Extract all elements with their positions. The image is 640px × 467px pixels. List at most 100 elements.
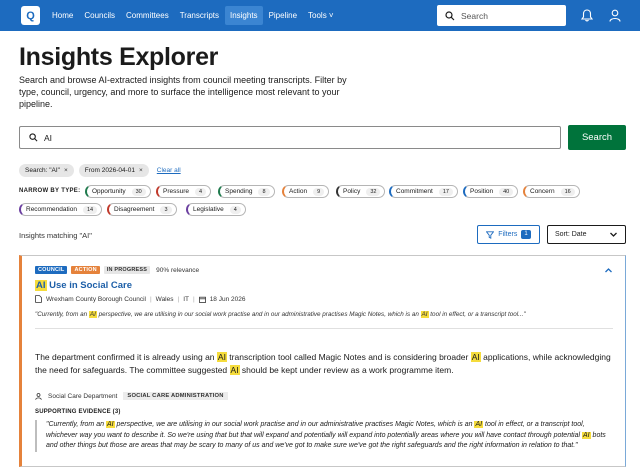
type-count: 8 <box>258 187 270 196</box>
type-label: Policy <box>343 188 361 195</box>
nav-transcripts[interactable]: Transcripts <box>175 6 224 25</box>
insight-card[interactable]: COUNCIL ACTION IN PROGRESS 90% relevance… <box>19 255 626 467</box>
insight-title-text: Use in Social Care <box>46 280 133 291</box>
divider: | <box>192 295 195 303</box>
filter-funnel-icon <box>486 230 495 239</box>
highlight: AI <box>216 352 227 362</box>
type-count: 4 <box>229 205 241 214</box>
topic: IT <box>183 295 189 303</box>
highlight: AI <box>581 431 591 439</box>
summary-text: transcription tool called Magic Notes an… <box>226 352 471 362</box>
global-search-input[interactable]: Search <box>437 5 566 26</box>
highlight: AI <box>420 311 429 318</box>
chevron-up-icon[interactable] <box>604 266 613 275</box>
filter-chip-label: From 2026-04-01 <box>84 167 135 174</box>
app-logo[interactable]: Q <box>21 6 40 25</box>
insights-search-input[interactable]: AI <box>19 126 561 149</box>
department-tag: SOCIAL CARE ADMINISTRATION <box>123 392 228 400</box>
type-filter-pressure[interactable]: Pressure 4 <box>156 185 212 198</box>
clear-all-link[interactable]: Clear all <box>157 167 181 174</box>
highlight: AI <box>470 352 481 362</box>
type-count: 14 <box>82 205 98 214</box>
nav-insights[interactable]: Insights <box>224 6 263 25</box>
type-count: 17 <box>438 187 453 196</box>
type-label: Pressure <box>163 188 190 195</box>
type-filter-legislative[interactable]: Legislative 4 <box>186 203 246 216</box>
type-label: Legislative <box>193 206 224 213</box>
summary-text: The department confirmed it is already u… <box>35 352 217 362</box>
highlight: AI <box>88 311 97 318</box>
insight-badges: COUNCIL ACTION IN PROGRESS 90% relevance <box>35 266 199 274</box>
filters-label: Filters <box>498 231 518 238</box>
type-filter-action[interactable]: Action 9 <box>282 185 330 198</box>
type-label: Position <box>470 188 494 195</box>
page-title: Insights Explorer <box>19 43 219 71</box>
type-filter-spending[interactable]: Spending 8 <box>218 185 275 198</box>
type-filter-concern[interactable]: Concern 16 <box>523 185 580 198</box>
search-button[interactable]: Search <box>568 125 626 150</box>
type-label: Disagreement <box>114 206 155 213</box>
relevance-score: 90% relevance <box>156 266 200 274</box>
type-label: Opportunity <box>92 188 126 195</box>
type-count: 16 <box>560 187 575 196</box>
nav-home[interactable]: Home <box>47 6 78 25</box>
search-placeholder: Search <box>461 10 488 21</box>
nav-committees[interactable]: Committees <box>121 6 174 25</box>
user-account-icon[interactable] <box>609 9 621 22</box>
summary-text: should be kept under review as a work pr… <box>239 365 454 375</box>
evidence-text: "Currently, from an <box>46 421 106 428</box>
search-icon <box>445 10 455 20</box>
filters-button[interactable]: Filters 1 <box>477 225 540 244</box>
type-label: Commitment <box>396 188 433 195</box>
divider: | <box>177 295 180 303</box>
insight-title[interactable]: AI Use in Social Care <box>35 280 132 291</box>
type-filter-commitment[interactable]: Commitment 17 <box>389 185 458 198</box>
department-row: Social Care Department SOCIAL CARE ADMIN… <box>35 392 228 400</box>
type-count: 4 <box>195 187 207 196</box>
type-filter-policy[interactable]: Policy 32 <box>336 185 386 198</box>
type-label: Recommendation <box>26 206 77 213</box>
meeting-date: 18 Jun 2026 <box>209 295 246 303</box>
type-filter-recommendation[interactable]: Recommendation 14 <box>19 203 103 216</box>
narrow-by-type-label: NARROW BY TYPE: <box>19 188 81 194</box>
remove-filter-icon[interactable]: × <box>64 167 68 174</box>
nav-tools[interactable]: Tools ˅ <box>303 6 339 25</box>
council-badge: COUNCIL <box>35 266 68 274</box>
person-icon <box>35 392 42 400</box>
calendar-icon <box>198 296 206 303</box>
nation: Wales <box>155 295 174 303</box>
highlight: AI <box>474 421 484 428</box>
type-label: Spending <box>225 188 253 195</box>
nav-links: Home Councils Committees Transcripts Ins… <box>47 6 339 25</box>
nav-pipeline[interactable]: Pipeline <box>264 6 302 25</box>
nav-councils[interactable]: Councils <box>79 6 120 25</box>
type-count: 9 <box>313 187 325 196</box>
status-badge: IN PROGRESS <box>103 266 151 274</box>
department-name: Social Care Department <box>48 392 118 400</box>
type-filter-opportunity[interactable]: Opportunity 30 <box>85 185 151 198</box>
remove-filter-icon[interactable]: × <box>139 167 143 174</box>
type-count: 40 <box>499 187 514 196</box>
insight-summary: The department confirmed it is already u… <box>35 351 620 377</box>
document-icon <box>35 295 42 303</box>
card-divider <box>35 328 613 329</box>
action-badge: ACTION <box>71 266 100 274</box>
filter-chip-label: Search: "AI" <box>25 167 60 174</box>
sort-select[interactable]: Sort: Date <box>547 225 626 244</box>
supporting-evidence-label: SUPPORTING EVIDENCE (3) <box>35 409 121 415</box>
filter-chip-date: From 2026-04-01 × <box>78 164 149 177</box>
divider: | <box>149 295 152 303</box>
sort-select-value: Sort: Date <box>555 231 587 238</box>
notifications-bell-icon[interactable] <box>581 9 593 22</box>
council-name[interactable]: Wrexham County Borough Council <box>46 296 146 303</box>
quote-text: perspective, we are utilising in our soc… <box>96 311 421 318</box>
type-filter-position[interactable]: Position 40 <box>463 185 519 198</box>
type-count: 30 <box>131 187 146 196</box>
page-intro: Search and browse AI-extracted insights … <box>19 75 347 109</box>
insight-meta: Wrexham County Borough Council | Wales |… <box>35 295 245 303</box>
filter-chip-search: Search: "AI" × <box>19 164 74 177</box>
type-filter-disagreement[interactable]: Disagreement 3 <box>107 203 177 216</box>
search-query-value: AI <box>44 132 53 143</box>
evidence-text: perspective, we are utilising in our soc… <box>114 421 475 428</box>
top-nav-bar: Q Home Councils Committees Transcripts I… <box>0 0 640 31</box>
